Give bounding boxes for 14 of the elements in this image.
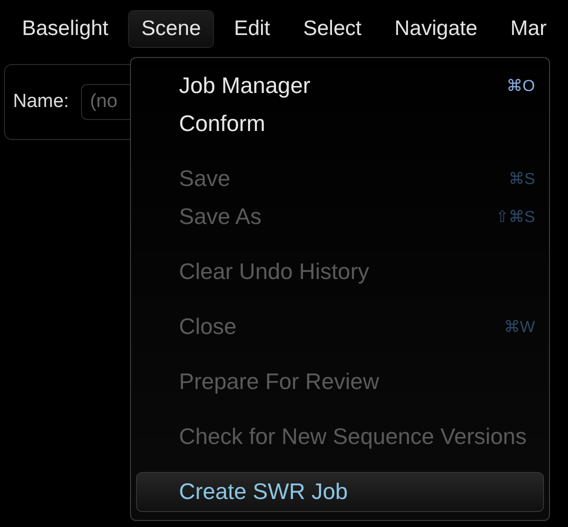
menu-bar-item[interactable]: Scene [129, 11, 213, 47]
menu-bar-item[interactable]: Baselight [10, 11, 120, 47]
menu-item[interactable]: Create SWR Job [137, 473, 543, 511]
menu-item[interactable]: Conform [137, 105, 543, 143]
menu-bar-item[interactable]: Navigate [382, 11, 490, 47]
shortcut-label: ⌘W [504, 318, 535, 337]
menu-bar-item[interactable]: Select [291, 11, 374, 47]
menu-item[interactable]: Job Manager ⌘O [137, 67, 543, 105]
menu-bar-item[interactable]: Mar [498, 11, 559, 47]
shortcut-label: ⌘S [508, 170, 535, 189]
name-label: Name: [13, 91, 69, 113]
shortcut-label: ⇧⌘S [495, 208, 535, 227]
menu-bar-item[interactable]: Edit [222, 11, 282, 47]
shortcut-label: ⌘O [506, 77, 535, 96]
